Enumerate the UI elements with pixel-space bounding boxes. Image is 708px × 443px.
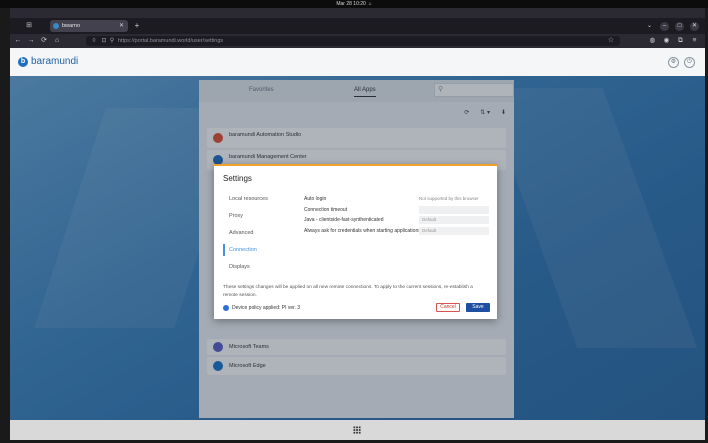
shield-icon[interactable]: ◊ (90, 37, 98, 45)
account-icon[interactable]: ◉ (662, 36, 671, 46)
setting-row: Always ask for credentials when starting… (304, 226, 490, 238)
setting-select[interactable]: Default (419, 216, 489, 224)
extensions-icon[interactable]: ⧉ (676, 36, 685, 46)
setting-label: Auto login (304, 196, 327, 202)
settings-nav: Local resources Proxy Advanced Connectio… (223, 193, 293, 278)
logout-icon[interactable]: ⏻ (684, 57, 695, 68)
favicon-icon (53, 23, 59, 29)
bookmark-star-icon[interactable]: ☆ (608, 36, 614, 46)
toolbar-right: ◍ ◉ ⧉ ≡ (648, 36, 699, 46)
url-text: https://portal.baramundi.world/user/sett… (118, 38, 224, 44)
minimize-icon[interactable]: – (660, 21, 669, 31)
close-tab-icon[interactable]: ✕ (119, 20, 124, 32)
bell-icon: ⌂ (367, 1, 372, 7)
nav-connection[interactable]: Connection (223, 244, 293, 261)
browser-tab[interactable]: bwarno ✕ (50, 20, 128, 32)
os-top-bar: Mar 28 10:20 ⌂ (0, 0, 708, 8)
info-icon (223, 305, 229, 311)
setting-select[interactable]: Default (419, 226, 489, 235)
chevron-down-icon[interactable]: ⌄ (645, 22, 654, 31)
app-header: b baramundi ⚙ ⏻ (10, 48, 705, 76)
setting-label: Always ask for credentials when starting… (304, 227, 421, 234)
back-arrow-icon[interactable]: ← (13, 36, 23, 46)
nav-advanced[interactable]: Advanced (223, 227, 293, 244)
window-controls: ⌄ – □ ✕ (645, 21, 699, 31)
policy-text: Device policy applied: PI ver. 3 (232, 305, 301, 311)
tab-strip: ⊞ bwarno ✕ + ⌄ – □ ✕ (10, 18, 705, 34)
bottom-bar (10, 420, 705, 440)
setting-label: Connection timeout (304, 206, 348, 213)
maximize-icon[interactable]: □ (675, 21, 684, 31)
setting-label: Java - clientside-fast-synthenticated (304, 217, 384, 223)
new-tab-icon[interactable]: + (132, 20, 142, 32)
lock-icon[interactable]: ⊡ (100, 37, 108, 45)
forward-arrow-icon[interactable]: → (26, 36, 36, 46)
setting-row: Auto login Not supported by this browser (304, 195, 490, 206)
nav-displays[interactable]: Displays (223, 261, 293, 278)
close-window-icon[interactable]: ✕ (690, 21, 699, 31)
policy-status: Device policy applied: PI ver. 3 (223, 304, 300, 312)
permissions-icon[interactable]: ⚲ (108, 37, 116, 45)
nav-proxy[interactable]: Proxy (223, 210, 293, 227)
setting-row: Java - clientside-fast-synthenticated De… (304, 216, 490, 227)
settings-icon[interactable]: ⚙ (668, 57, 679, 68)
dialog-title: Settings (223, 174, 252, 183)
brand-name: baramundi (31, 56, 79, 67)
tab-title: bwarno (62, 23, 81, 29)
settings-dialog: Settings Local resources Proxy Advanced … (214, 164, 497, 319)
setting-value: Not supported by this browser (419, 196, 479, 201)
nav-bar: ← → ⟳ ⌂ ◊ ⊡ ⚲ https://portal.baramundi.w… (10, 34, 705, 48)
settings-grid: Auto login Not supported by this browser… (304, 195, 490, 237)
app-grid-icon[interactable] (353, 426, 361, 434)
settings-note: These settings changes will be applied o… (223, 285, 473, 298)
reload-icon[interactable]: ⟳ (39, 36, 49, 46)
tab-list-icon[interactable]: ⊞ (24, 21, 34, 31)
timeout-input[interactable] (419, 205, 489, 214)
save-button[interactable]: Save (466, 303, 490, 312)
home-icon[interactable]: ⌂ (52, 36, 62, 46)
os-clock[interactable]: Mar 28 10:20 (336, 1, 365, 7)
baramundi-logo-icon: b (18, 57, 28, 67)
nav-local-resources[interactable]: Local resources (223, 193, 293, 210)
pocket-icon[interactable]: ◍ (648, 36, 657, 46)
url-bar[interactable]: ◊ ⊡ ⚲ https://portal.baramundi.world/use… (86, 36, 620, 46)
cancel-button[interactable]: Cancel (436, 303, 460, 312)
menu-icon[interactable]: ≡ (690, 36, 699, 46)
setting-row: Connection timeout (304, 205, 490, 217)
